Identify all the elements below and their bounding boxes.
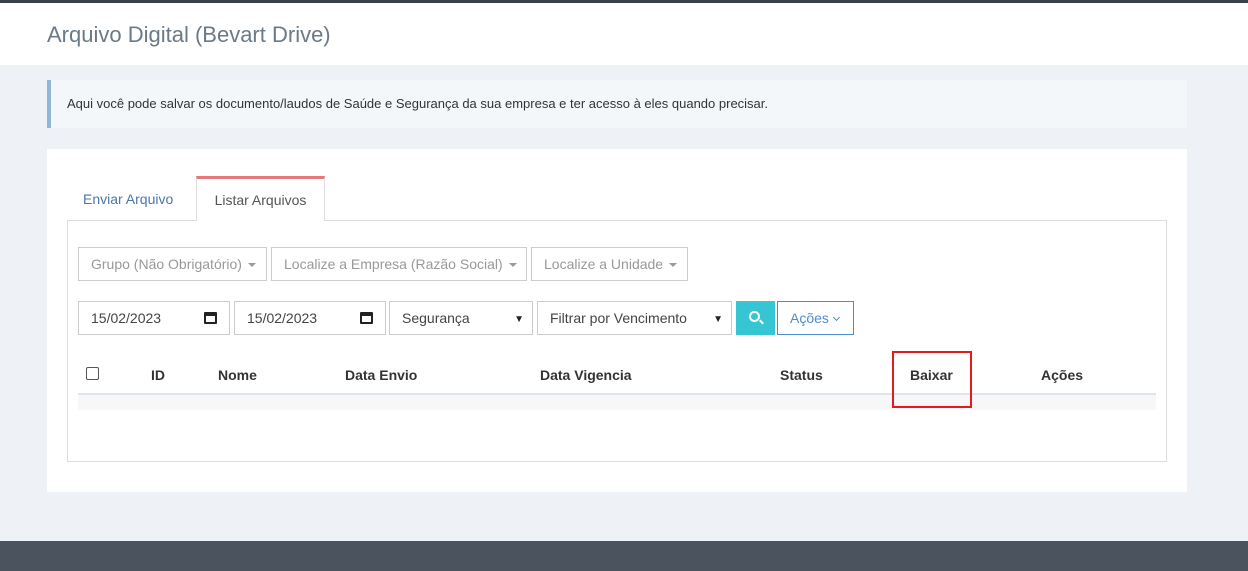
chevron-down-icon: ▼ [514,314,524,325]
column-header-acoes[interactable]: Ações [1041,367,1083,383]
tab-enviar-arquivo[interactable]: Enviar Arquivo [83,191,173,207]
calendar-icon[interactable] [360,312,373,324]
company-dropdown[interactable]: Localize a Empresa (Razão Social) [271,247,527,281]
page-header: Arquivo Digital (Bevart Drive) [0,3,1248,65]
filter-select[interactable]: Filtrar por Vencimento ▼ [537,301,732,335]
highlight-box [892,351,972,408]
table-empty-row [78,395,1156,410]
select-all-checkbox[interactable] [86,367,99,380]
page-title: Arquivo Digital (Bevart Drive) [47,22,331,47]
company-dropdown-label: Localize a Empresa (Razão Social) [284,256,503,272]
date-start-value: 15/02/2023 [91,310,162,326]
actions-button[interactable]: Ações [777,301,854,335]
page-footer [0,541,1248,571]
search-button[interactable] [736,301,775,335]
group-dropdown-label: Grupo (Não Obrigatório) [91,256,242,272]
date-end-input[interactable]: 15/02/2023 [234,301,386,335]
caret-down-icon [247,263,256,268]
category-select[interactable]: Segurança ▼ [389,301,533,335]
chevron-down-icon: ▼ [713,314,723,325]
filter-select-value: Filtrar por Vencimento [550,310,687,326]
calendar-icon[interactable] [204,312,217,324]
caret-down-icon [669,263,678,268]
unit-dropdown[interactable]: Localize a Unidade [531,247,688,281]
column-header-data-vigencia[interactable]: Data Vigencia [540,367,632,383]
column-header-id[interactable]: ID [151,367,165,383]
group-dropdown[interactable]: Grupo (Não Obrigatório) [78,247,267,281]
caret-down-icon [508,263,517,268]
date-start-input[interactable]: 15/02/2023 [78,301,230,335]
column-header-status[interactable]: Status [780,367,823,383]
chevron-down-icon [832,313,840,322]
actions-button-label: Ações [790,310,829,326]
column-header-nome[interactable]: Nome [218,367,257,383]
tab-listar-arquivos[interactable]: Listar Arquivos [196,176,325,221]
category-select-value: Segurança [402,310,470,326]
search-icon [749,311,760,322]
date-end-value: 15/02/2023 [247,310,318,326]
info-note: Aqui você pode salvar os documento/laudo… [47,80,1187,128]
column-header-data-envio[interactable]: Data Envio [345,367,417,383]
unit-dropdown-label: Localize a Unidade [544,256,664,272]
